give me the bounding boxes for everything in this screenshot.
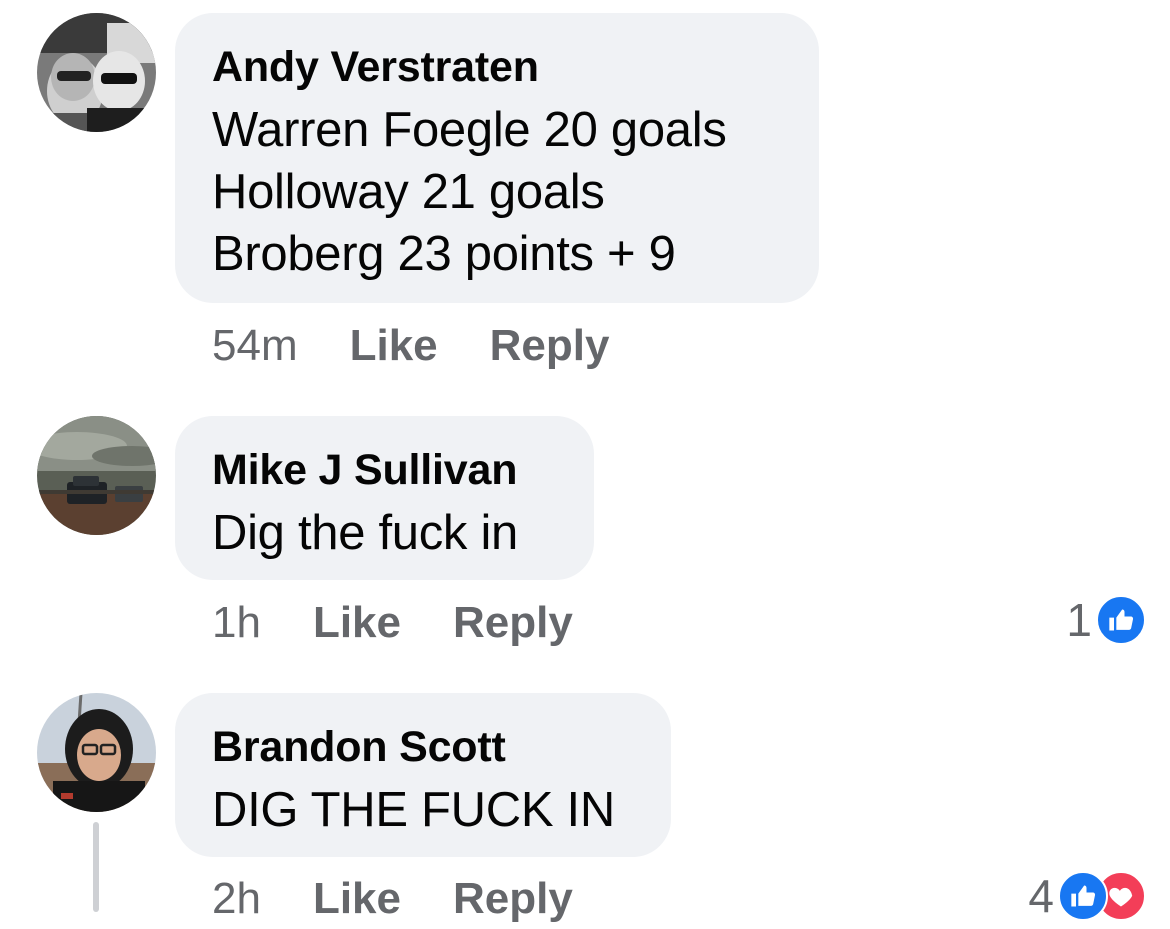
avatar-brandon-scott[interactable] [37, 693, 156, 812]
reply-thread-line [93, 822, 99, 912]
comment-actions: 54m Like Reply [212, 316, 609, 376]
comment-actions: 1h Like Reply [212, 593, 573, 653]
reply-button[interactable]: Reply [453, 874, 573, 924]
comment-bubble: Brandon Scott DIG THE FUCK IN [175, 693, 671, 857]
thumbs-up-icon [1058, 871, 1108, 921]
comment-author[interactable]: Brandon Scott [212, 721, 633, 773]
reaction-count: 1 [1066, 594, 1092, 646]
comment-actions: 2h Like Reply [212, 869, 573, 929]
comment-author[interactable]: Andy Verstraten [212, 41, 781, 93]
like-button[interactable]: Like [350, 321, 438, 371]
comment-bubble: Andy Verstraten Warren Foegle 20 goals H… [175, 13, 819, 303]
reaction-count: 4 [1028, 870, 1054, 922]
comment-text-line: Broberg 23 points + 9 [212, 227, 676, 281]
comment-timestamp[interactable]: 2h [212, 874, 261, 924]
like-button[interactable]: Like [313, 874, 401, 924]
comment-bubble: Mike J Sullivan Dig the fuck in [175, 416, 594, 580]
comment-text-line: Warren Foegle 20 goals [212, 103, 727, 157]
avatar-mike-j-sullivan[interactable] [37, 416, 156, 535]
avatar-andy-verstraten[interactable] [37, 13, 156, 132]
comment-timestamp[interactable]: 1h [212, 598, 261, 648]
like-button[interactable]: Like [313, 598, 401, 648]
comment-text-line: DIG THE FUCK IN [212, 783, 615, 837]
comment-text-line: Dig the fuck in [212, 506, 518, 560]
comment-text-line: Holloway 21 goals [212, 165, 605, 219]
comment-timestamp[interactable]: 54m [212, 321, 298, 371]
reaction-summary[interactable]: 4 [1028, 866, 1146, 926]
reply-button[interactable]: Reply [453, 598, 573, 648]
comment-author[interactable]: Mike J Sullivan [212, 444, 556, 496]
reaction-summary[interactable]: 1 [1066, 590, 1146, 650]
thumbs-up-icon [1096, 595, 1146, 645]
reply-button[interactable]: Reply [490, 321, 610, 371]
